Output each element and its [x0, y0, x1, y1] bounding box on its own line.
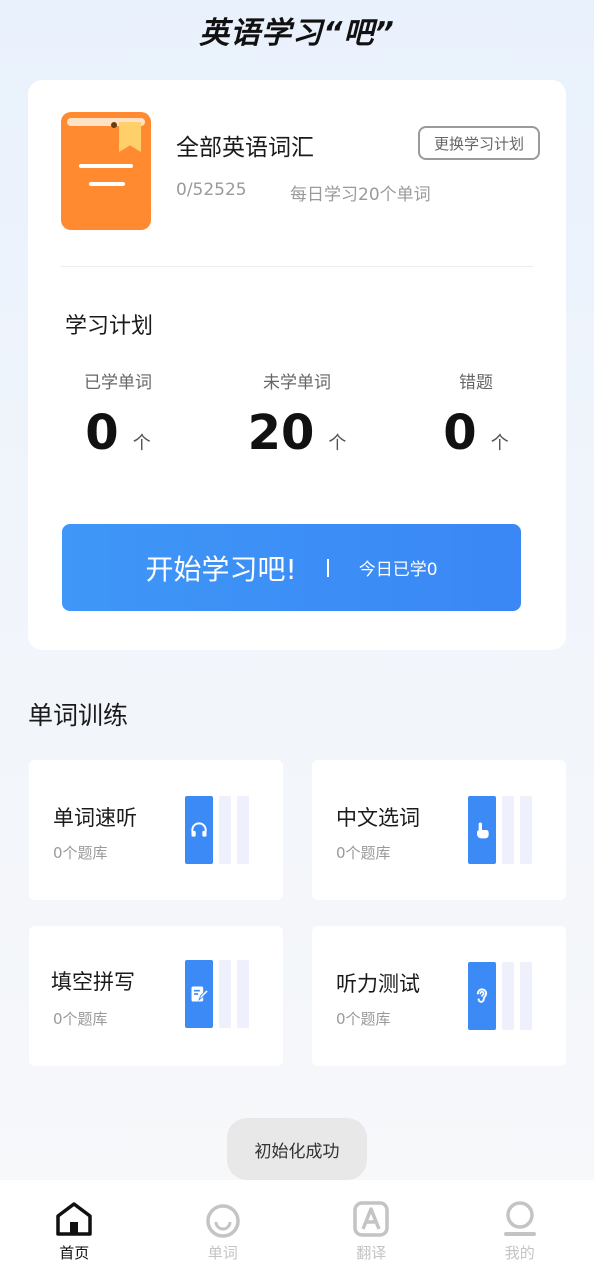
change-plan-button[interactable]: 更换学习计划: [418, 126, 540, 160]
stat-value: 0: [443, 405, 477, 461]
headphones-icon: [191, 822, 207, 837]
card-stack: [185, 796, 251, 864]
stat-unit: 个: [490, 433, 509, 454]
training-title: 听力测试: [336, 972, 420, 996]
training-section-title: 单词训练: [28, 701, 129, 730]
divider: [61, 266, 533, 267]
toast-message: 初始化成功: [227, 1118, 367, 1180]
app-root: 英语学习“吧” 全部英语词汇 更换学习计划 0/52525 每日学习20个单词 …: [0, 0, 594, 1280]
card-stack: [468, 962, 534, 1030]
book-title: 全部英语词汇: [176, 135, 314, 161]
home-icon: [56, 1202, 92, 1236]
stat-unit: 个: [132, 433, 151, 454]
plan-heading: 学习计划: [65, 314, 154, 339]
tab-profile[interactable]: 我的: [446, 1198, 594, 1263]
stat-mistakes[interactable]: 错题 0 个: [396, 368, 556, 459]
tab-label: 首页: [59, 1244, 90, 1262]
start-learning-label: 开始学习吧!: [145, 552, 297, 586]
progress-count: 0/52525: [176, 180, 247, 200]
tab-translate[interactable]: 翻译: [297, 1198, 445, 1263]
stat-label: 错题: [459, 373, 493, 393]
book-cover-icon[interactable]: [61, 112, 151, 230]
training-card-listening-test[interactable]: 听力测试 0个题库: [312, 926, 566, 1066]
tab-label: 我的: [504, 1244, 535, 1262]
training-card-choose-word[interactable]: 中文选词 0个题库: [312, 760, 566, 900]
edit-note-icon: [191, 986, 209, 1002]
tab-label: 翻译: [356, 1244, 387, 1262]
stat-learned: 已学单词 0 个: [38, 368, 198, 459]
training-card-spelling[interactable]: 填空拼写 0个题库: [29, 926, 283, 1066]
training-subtitle: 0个题库: [336, 1010, 391, 1028]
training-title: 填空拼写: [51, 970, 135, 994]
stat-unit: 个: [328, 433, 347, 454]
training-title: 中文选词: [336, 806, 420, 830]
training-subtitle: 0个题库: [53, 844, 108, 862]
training-subtitle: 0个题库: [53, 1010, 108, 1028]
page-title: 英语学习“吧”: [199, 16, 395, 51]
card-stack: [185, 960, 251, 1028]
drop-icon: [206, 1204, 240, 1238]
letter-a-icon: [353, 1201, 389, 1237]
stat-label: 已学单词: [84, 373, 152, 393]
training-title: 单词速听: [53, 806, 137, 830]
training-card-listening[interactable]: 单词速听 0个题库: [29, 760, 283, 900]
stat-value: 0: [85, 405, 119, 461]
tab-words[interactable]: 单词: [149, 1198, 297, 1263]
start-learning-button[interactable]: 开始学习吧! 今日已学0: [62, 524, 521, 611]
ear-icon: [476, 988, 488, 1003]
tab-home[interactable]: 首页: [0, 1198, 148, 1263]
stat-value: 20: [247, 405, 315, 461]
stat-unlearned: 未学单词 20 个: [217, 368, 377, 459]
tap-hand-icon: [477, 822, 489, 839]
card-stack: [468, 796, 534, 864]
daily-goal: 每日学习20个单词: [290, 185, 431, 205]
training-subtitle: 0个题库: [336, 844, 391, 862]
study-plan-card: 全部英语词汇 更换学习计划 0/52525 每日学习20个单词 学习计划 已学单…: [28, 80, 566, 650]
separator: [326, 558, 329, 577]
profile-icon: [503, 1201, 536, 1236]
tab-label: 单词: [207, 1244, 238, 1262]
today-learned-label: 今日已学0: [358, 560, 438, 580]
stat-label: 未学单词: [263, 373, 331, 393]
bottom-tab-bar: 首页 单词 翻译 我的: [0, 1180, 594, 1280]
